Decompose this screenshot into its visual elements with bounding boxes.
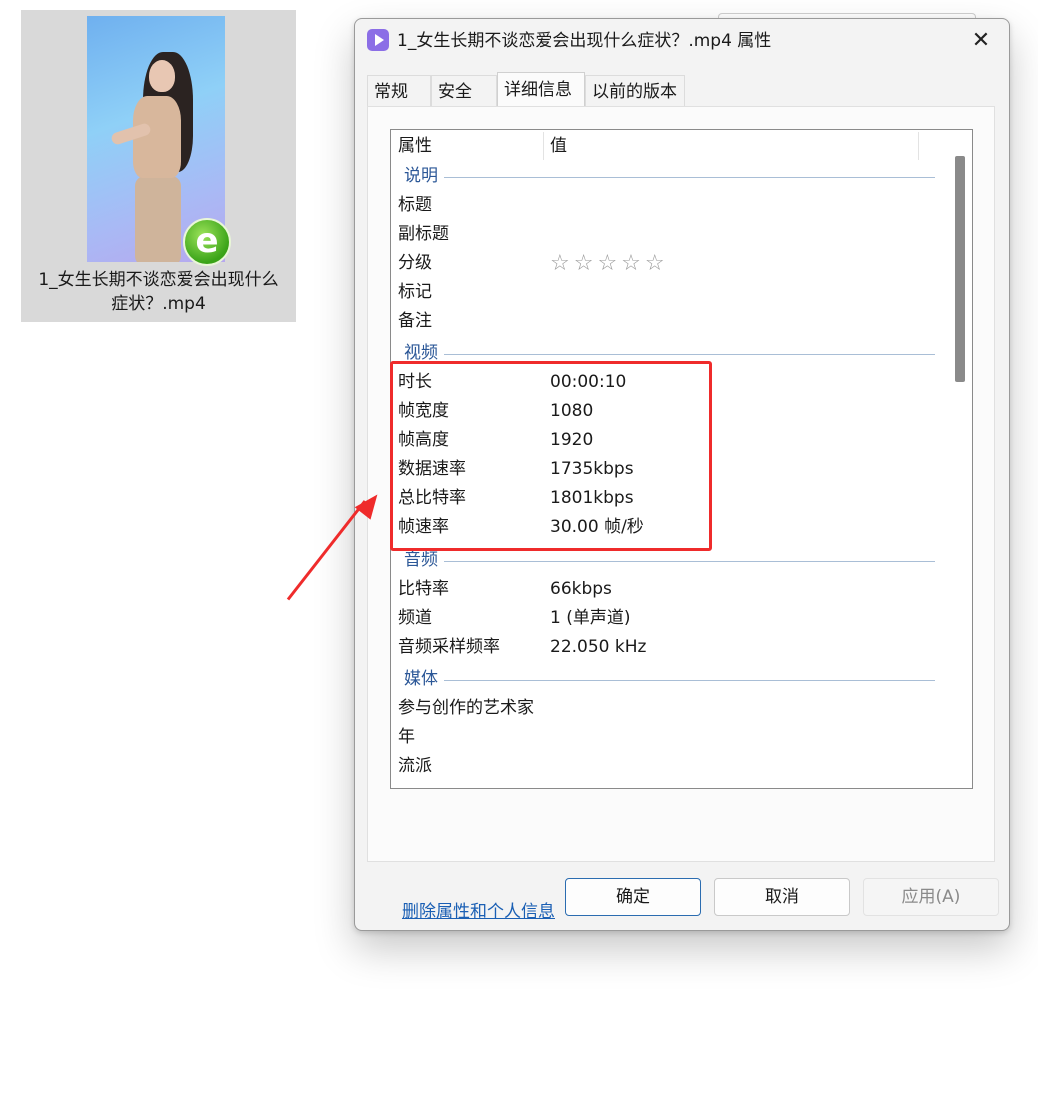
row-genre[interactable]: 流派 [391,752,941,781]
property-name: 频道 [398,608,432,628]
row-sample-rate[interactable]: 音频采样频率 22.050 kHz [391,633,941,662]
property-name: 分级 [398,253,432,273]
property-value: 66kbps [550,579,612,599]
group-media: 媒体 [391,665,941,694]
ok-button[interactable]: 确定 [565,878,701,916]
property-name: 比特率 [398,579,449,599]
property-name: 参与创作的艺术家 [398,698,534,718]
property-name: 音频采样频率 [398,637,500,657]
tab-security[interactable]: 安全 [431,75,497,107]
group-description: 说明 [391,162,941,191]
row-bitrate[interactable]: 比特率 66kbps [391,575,941,604]
thumbnail-figure-legs [135,176,181,262]
scrollbar-thumb[interactable] [955,156,965,382]
property-name: 副标题 [398,224,449,244]
file-name-label: 1_女生长期不谈恋爱会出现什么 症状？.mp4 [21,268,296,316]
dialog-title: 1_女生长期不谈恋爱会出现什么症状？.mp4 属性 [397,31,772,51]
tab-bar: 常规 安全 详细信息 以前的版本 [367,72,997,108]
property-name: 标记 [398,282,432,302]
desktop-file-tile[interactable]: e 1_女生长期不谈恋爱会出现什么 症状？.mp4 [21,10,296,322]
list-scrollbar[interactable] [948,130,972,788]
file-name-line-1: 1_女生长期不谈恋爱会出现什么 [38,270,279,290]
row-title[interactable]: 标题 [391,191,941,220]
property-value: 22.050 kHz [550,637,647,657]
tab-previous-versions[interactable]: 以前的版本 [585,75,685,107]
property-name: 备注 [398,311,432,331]
cancel-button[interactable]: 取消 [714,878,850,916]
annotation-highlight-box [390,361,712,551]
column-header-property[interactable]: 属性 [398,130,432,162]
list-header: 属性 值 [391,130,941,162]
column-header-value[interactable]: 值 [550,130,567,162]
file-name-line-2: 症状？.mp4 [111,294,206,314]
close-icon[interactable]: ✕ [963,25,999,57]
group-divider [443,680,935,681]
group-divider [443,354,935,355]
dialog-titlebar[interactable]: 1_女生长期不谈恋爱会出现什么症状？.mp4 属性 ✕ [355,19,1009,63]
property-value: 1 (单声道) [550,608,631,628]
property-name: 标题 [398,195,432,215]
row-artists[interactable]: 参与创作的艺术家 [391,694,941,723]
row-channels[interactable]: 频道 1 (单声道) [391,604,941,633]
video-app-icon [367,29,389,51]
row-rating[interactable]: 分级 ☆☆☆☆☆ [391,249,941,278]
group-divider [443,561,935,562]
group-label: 说明 [404,162,444,191]
apply-button[interactable]: 应用(A) [863,878,999,916]
column-divider[interactable] [918,132,919,160]
row-tags[interactable]: 标记 [391,278,941,307]
ie-badge-icon: e [183,218,231,266]
row-subtitle[interactable]: 副标题 [391,220,941,249]
row-year[interactable]: 年 [391,723,941,752]
group-label: 媒体 [404,665,444,694]
row-comments[interactable]: 备注 [391,307,941,336]
tab-general[interactable]: 常规 [367,75,431,107]
property-name: 流派 [398,756,432,776]
column-divider[interactable] [543,132,544,160]
group-divider [443,177,935,178]
star-icon[interactable]: ☆☆☆☆☆ [550,249,669,278]
tab-details[interactable]: 详细信息 [497,72,585,108]
thumbnail-figure-head [149,60,175,92]
remove-properties-link[interactable]: 删除属性和个人信息 [402,900,555,924]
property-name: 年 [398,727,415,747]
